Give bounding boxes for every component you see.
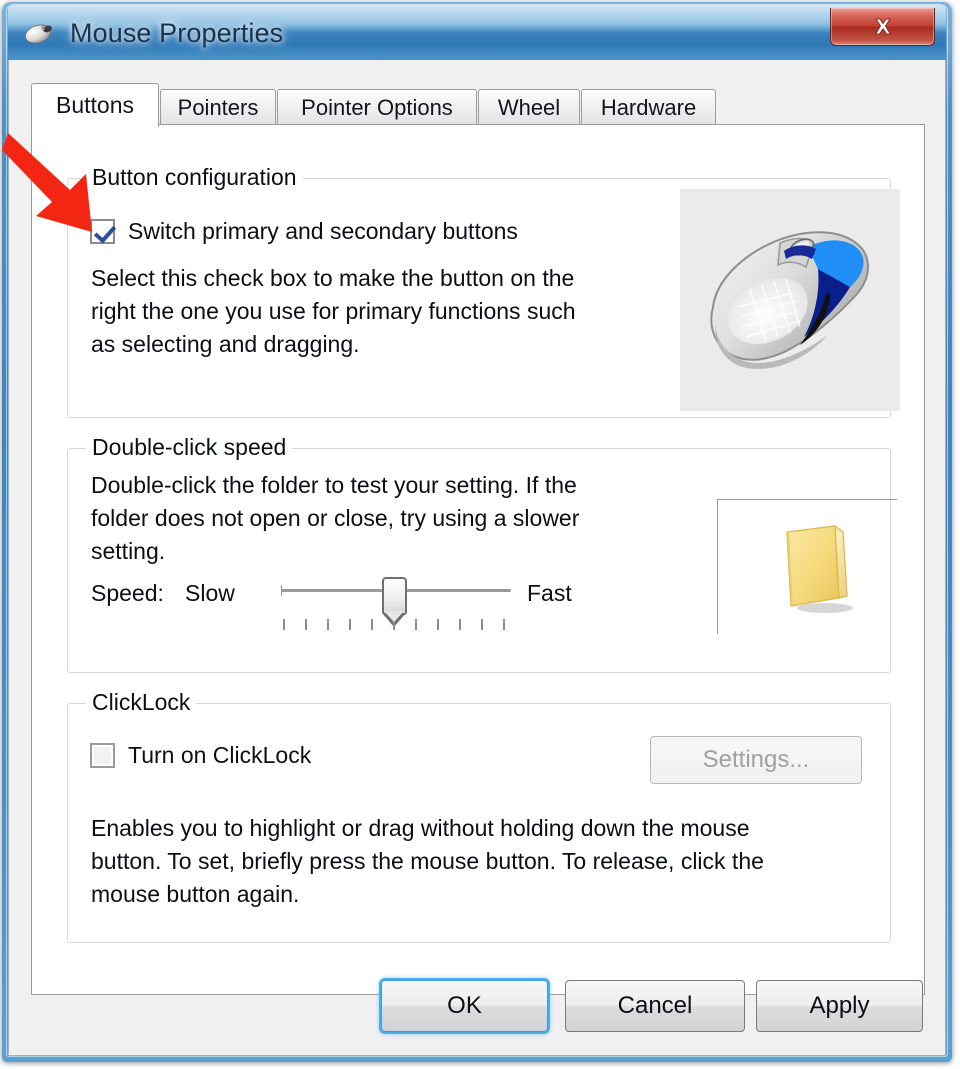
description-line: setting. xyxy=(91,538,166,564)
group-title-clicklock: ClickLock xyxy=(86,689,197,716)
speed-label: Speed: xyxy=(91,580,164,606)
tab-hardware[interactable]: Hardware xyxy=(581,89,716,125)
ok-button[interactable]: OK xyxy=(381,980,548,1032)
turn-on-clicklock-checkbox[interactable]: Turn on ClickLock xyxy=(90,742,311,769)
group-title-button-configuration: Button configuration xyxy=(86,164,303,191)
double-click-description: Double-click the folder to test your set… xyxy=(91,469,651,568)
apply-button[interactable]: Apply xyxy=(756,980,923,1032)
close-icon xyxy=(831,8,934,45)
tab-buttons[interactable]: Buttons xyxy=(31,83,159,127)
tab-strip: Buttons Pointers Pointer Options Wheel H… xyxy=(31,83,925,127)
slider-thumb[interactable] xyxy=(382,577,407,627)
description-line: mouse button again. xyxy=(91,881,300,907)
description-line: right the one you use for primary functi… xyxy=(91,298,576,324)
fast-label: Fast xyxy=(527,580,572,606)
button-label: Cancel xyxy=(617,992,693,1019)
description-line: button. To set, briefly press the mouse … xyxy=(91,848,764,874)
button-label: Settings... xyxy=(702,746,810,773)
description-line: folder does not open or close, try using… xyxy=(91,505,580,531)
tab-label: Pointer Options xyxy=(301,94,453,120)
double-click-speed-slider[interactable] xyxy=(281,577,511,637)
mouse-icon xyxy=(23,21,57,45)
group-title-double-click-speed: Double-click speed xyxy=(86,434,293,461)
tab-label: Buttons xyxy=(56,92,134,118)
clicklock-settings-button[interactable]: Settings... xyxy=(650,736,862,784)
button-config-description: Select this check box to make the button… xyxy=(91,262,651,361)
window-title: Mouse Properties xyxy=(70,18,284,48)
group-clicklock: ClickLock Turn on ClickLock Settings... … xyxy=(67,689,891,943)
tab-pointer-options[interactable]: Pointer Options xyxy=(277,89,477,125)
group-button-configuration: Button configuration Switch primary and … xyxy=(67,164,900,418)
description-line: as selecting and dragging. xyxy=(91,331,360,357)
checkbox-label: Switch primary and secondary buttons xyxy=(128,218,518,244)
checkbox-indicator xyxy=(90,743,115,768)
group-double-click-speed: Double-click speed Double-click the fold… xyxy=(67,434,897,673)
tab-pointers[interactable]: Pointers xyxy=(160,89,276,125)
slow-label: Slow xyxy=(185,580,235,606)
description-line: Double-click the folder to test your set… xyxy=(91,472,577,498)
tab-label: Hardware xyxy=(600,94,697,120)
folder-icon[interactable] xyxy=(773,522,859,619)
tab-label: Pointers xyxy=(177,94,259,120)
screenshot-root: Mouse Properties Buttons Pointers Pointe… xyxy=(0,0,960,1069)
checkbox-indicator xyxy=(90,219,115,244)
checkbox-label: Turn on ClickLock xyxy=(128,742,312,768)
tab-label: Wheel xyxy=(497,94,561,120)
tab-page-buttons: Button configuration Switch primary and … xyxy=(31,124,925,995)
clicklock-description: Enables you to highlight or drag without… xyxy=(91,812,871,911)
title-bar: Mouse Properties xyxy=(8,4,946,60)
button-label: Apply xyxy=(809,992,870,1019)
description-line: Select this check box to make the button… xyxy=(91,265,575,291)
switch-primary-secondary-checkbox[interactable]: Switch primary and secondary buttons xyxy=(90,218,518,245)
description-line: Enables you to highlight or drag without… xyxy=(91,815,750,841)
tab-wheel[interactable]: Wheel xyxy=(478,89,580,125)
button-label: OK xyxy=(447,992,482,1019)
mouse-preview-image xyxy=(680,189,900,411)
cancel-button[interactable]: Cancel xyxy=(565,980,745,1032)
dialog-client-area: Buttons Pointers Pointer Options Wheel H… xyxy=(8,60,946,1056)
close-button[interactable] xyxy=(830,8,935,46)
folder-test-area[interactable] xyxy=(717,499,897,634)
